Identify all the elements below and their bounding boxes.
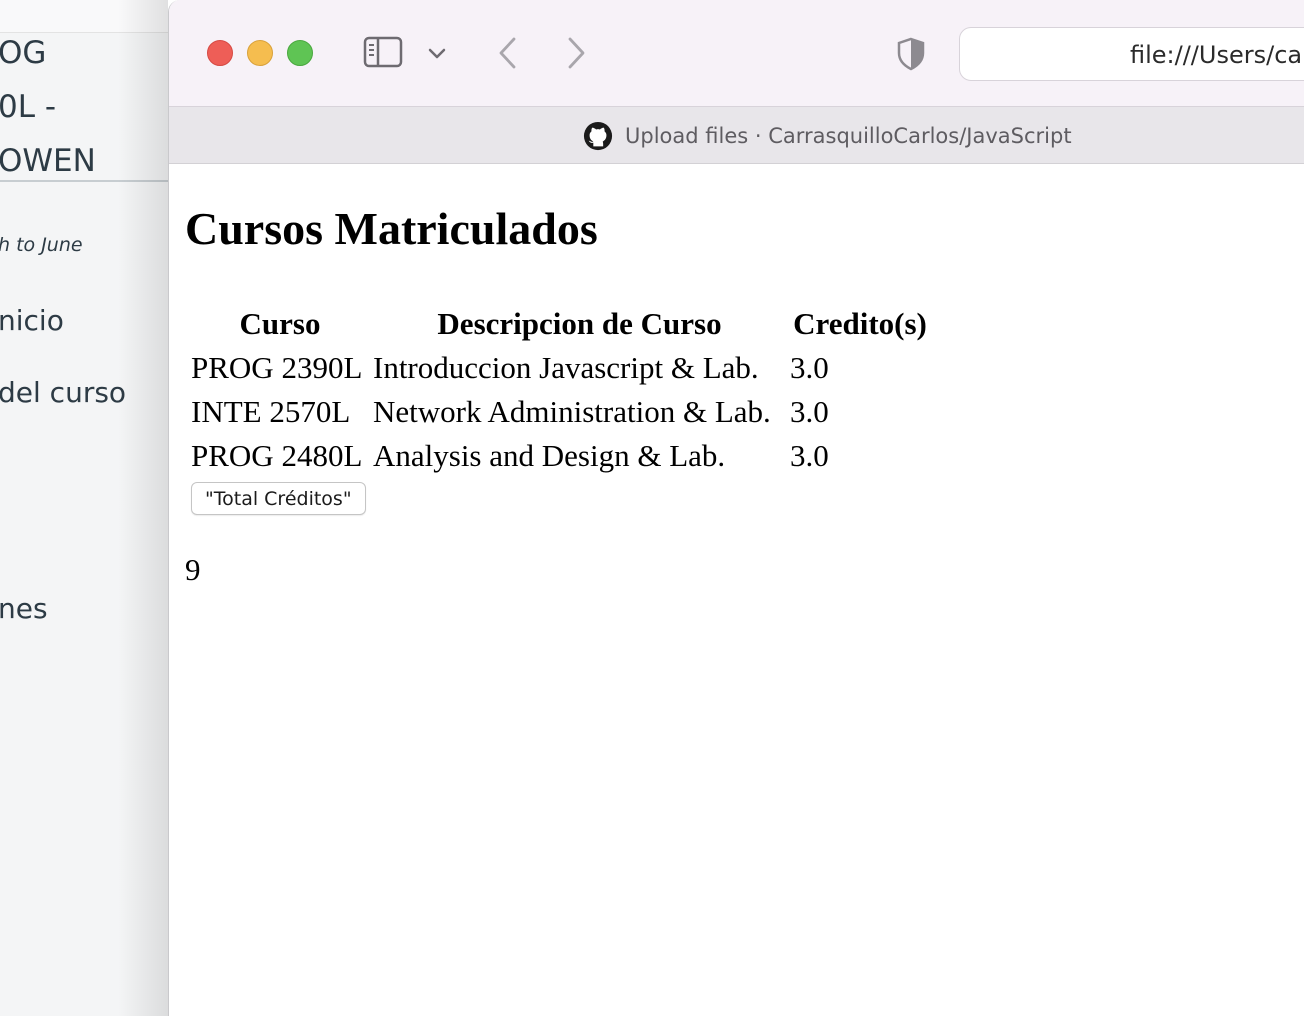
sidebar-icon[interactable] bbox=[361, 32, 405, 72]
page-title: Cursos Matriculados bbox=[185, 203, 598, 254]
github-icon bbox=[583, 121, 613, 151]
minimize-window-button[interactable] bbox=[247, 40, 273, 66]
tab-bar: Upload files · CarrasquilloCarlos/JavaSc… bbox=[169, 107, 1304, 164]
chevron-right-icon[interactable] bbox=[557, 32, 597, 74]
chevron-left-icon[interactable] bbox=[487, 32, 527, 74]
nav-item-del-curso[interactable]: del curso bbox=[0, 376, 126, 409]
course-title-line[interactable]: 0L - bbox=[0, 80, 96, 134]
address-text[interactable]: file:///Users/ca bbox=[1130, 41, 1302, 69]
nav-item-nes[interactable]: nes bbox=[0, 592, 48, 625]
course-title-line[interactable]: OG bbox=[0, 26, 96, 80]
total-credits-value: 9 bbox=[185, 552, 201, 587]
cell-course-description: Network Administration & Lab. bbox=[373, 394, 771, 429]
courses-table: Curso Descripcion de Curso Credito(s) PR… bbox=[187, 300, 934, 480]
background-course-title[interactable]: OG 0L - OWEN bbox=[0, 26, 96, 188]
address-bar[interactable]: file:///Users/ca bbox=[959, 27, 1304, 81]
tab-upload-files[interactable]: Upload files · CarrasquilloCarlos/JavaSc… bbox=[583, 121, 1072, 151]
maximize-window-button[interactable] bbox=[287, 40, 313, 66]
nav-item-inicio[interactable]: nicio bbox=[0, 304, 64, 337]
shield-icon[interactable] bbox=[891, 34, 931, 74]
cell-course-description: Introduccion Javascript & Lab. bbox=[373, 350, 759, 385]
table-row: PROG 2480L Analysis and Design & Lab. 3.… bbox=[191, 436, 930, 476]
browser-toolbar: file:///Users/ca bbox=[169, 0, 1304, 107]
column-header-creditos: Credito(s) bbox=[793, 306, 927, 341]
page-content: Cursos Matriculados Curso Descripcion de… bbox=[169, 164, 1304, 1016]
cell-course-description: Analysis and Design & Lab. bbox=[373, 438, 726, 473]
close-window-button[interactable] bbox=[207, 40, 233, 66]
table-row: PROG 2390L Introduccion Javascript & Lab… bbox=[191, 348, 930, 388]
table-row: INTE 2570L Network Administration & Lab.… bbox=[191, 392, 930, 432]
cell-course-code: PROG 2480L bbox=[191, 438, 363, 473]
cell-course-credits: 3.0 bbox=[790, 350, 829, 385]
table-header-row: Curso Descripcion de Curso Credito(s) bbox=[191, 304, 930, 344]
background-lms-page: OG 0L - OWEN h to June nicio del curso n… bbox=[0, 0, 168, 1016]
tab-title[interactable]: Upload files · CarrasquilloCarlos/JavaSc… bbox=[625, 124, 1072, 148]
background-term: h to June bbox=[0, 234, 83, 256]
window-shadow bbox=[118, 0, 168, 1016]
cell-course-credits: 3.0 bbox=[790, 394, 829, 429]
column-header-curso: Curso bbox=[239, 306, 321, 341]
total-creditos-button[interactable]: "Total Créditos" bbox=[191, 482, 366, 515]
cell-course-code: INTE 2570L bbox=[191, 394, 351, 429]
browser-window: file:///Users/ca Upload files · Carrasqu… bbox=[168, 0, 1304, 1016]
cell-course-credits: 3.0 bbox=[790, 438, 829, 473]
cell-course-code: PROG 2390L bbox=[191, 350, 363, 385]
column-header-descripcion: Descripcion de Curso bbox=[437, 306, 722, 341]
chevron-down-icon[interactable] bbox=[423, 38, 451, 68]
